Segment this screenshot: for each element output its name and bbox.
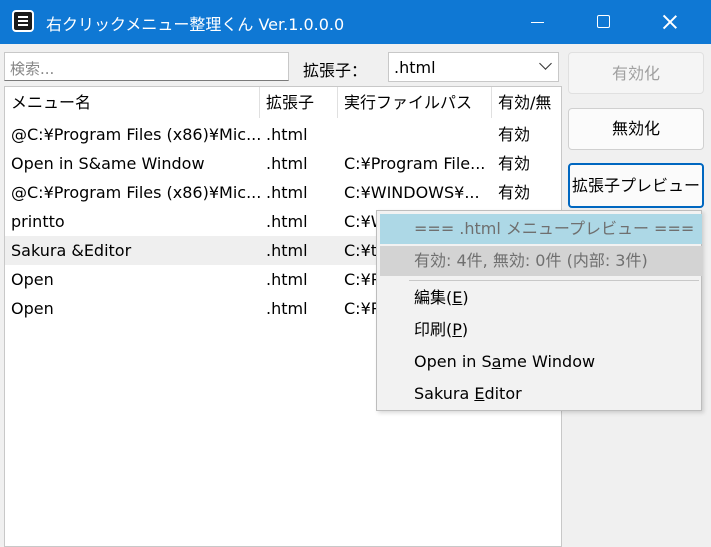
extension-label: 拡張子：	[303, 61, 368, 80]
disable-button[interactable]: 無効化	[568, 108, 704, 150]
extension-select-value: .html	[394, 58, 436, 77]
cell-path	[338, 120, 492, 149]
cell-name: Sakura &Editor	[11, 241, 132, 260]
context-menu-preview: === .html メニュープレビュー === 有効: 4件, 無効: 0件 (…	[376, 210, 702, 411]
context-menu-counts: 有効: 4件, 無効: 0件 (内部: 3件)	[380, 246, 702, 276]
chevron-down-icon	[539, 57, 552, 70]
cell-ext: .html	[266, 154, 308, 173]
column-header-name[interactable]: メニュー名	[5, 87, 260, 118]
cell-status: 有効	[498, 183, 531, 202]
cell-ext: .html	[266, 183, 308, 202]
maximize-icon	[597, 15, 610, 28]
app-menu-icon[interactable]	[12, 10, 34, 32]
cell-ext: .html	[266, 241, 308, 260]
title-bar: 右クリックメニュー整理くん Ver.1.0.0.0	[0, 0, 711, 44]
column-header-ext[interactable]: 拡張子	[260, 87, 338, 118]
cell-name: Open in S&ame Window	[11, 154, 205, 173]
maximize-button[interactable]	[580, 0, 626, 44]
minimize-icon	[531, 22, 544, 23]
cell-ext: .html	[266, 125, 308, 144]
cell-ext: .html	[266, 212, 308, 231]
extension-select[interactable]: .html	[388, 52, 559, 82]
close-button[interactable]	[646, 0, 692, 44]
context-menu-item[interactable]: 編集(E)	[380, 283, 702, 313]
menu-separator	[409, 280, 699, 281]
cell-ext: .html	[266, 299, 308, 318]
cell-path: C:¥WINDOWS¥...	[344, 183, 480, 202]
context-menu-item[interactable]: Sakura Editor	[380, 379, 702, 409]
cell-name: printto	[11, 212, 65, 231]
cell-name: Open	[11, 270, 54, 289]
search-input[interactable]: 検索...	[4, 52, 289, 81]
cell-name: @C:¥Program Files (x86)¥Mic...	[11, 125, 260, 144]
extension-preview-button[interactable]: 拡張子プレビュー	[568, 163, 704, 208]
context-menu-item[interactable]: Open in Same Window	[380, 347, 702, 377]
column-header-status[interactable]: 有効/無	[492, 87, 561, 118]
cell-name: Open	[11, 299, 54, 318]
table-row[interactable]: @C:¥Program Files (x86)¥Mic... .html C:¥WI…	[5, 178, 561, 207]
table-row[interactable]: @C:¥Program Files (x86)¥Mic... .html 有効	[5, 120, 561, 149]
cell-status: 有効	[498, 154, 531, 173]
cell-name: @C:¥Program Files (x86)¥Mic...	[11, 183, 260, 202]
column-header-path[interactable]: 実行ファイルパス	[338, 87, 492, 118]
cell-ext: .html	[266, 270, 308, 289]
context-menu-header: === .html メニュープレビュー ===	[380, 214, 702, 244]
cell-path: C:¥Program File...	[344, 154, 486, 173]
context-menu-item[interactable]: 印刷(P)	[380, 315, 702, 345]
minimize-button[interactable]	[514, 0, 560, 44]
window-title: 右クリックメニュー整理くん Ver.1.0.0.0	[46, 15, 345, 34]
cell-status: 有効	[498, 125, 531, 144]
enable-button[interactable]: 有効化	[568, 52, 704, 94]
table-header: メニュー名 拡張子 実行ファイルパス 有効/無	[5, 87, 561, 118]
table-row[interactable]: Open in S&ame Window .html C:¥Program File…	[5, 149, 561, 178]
